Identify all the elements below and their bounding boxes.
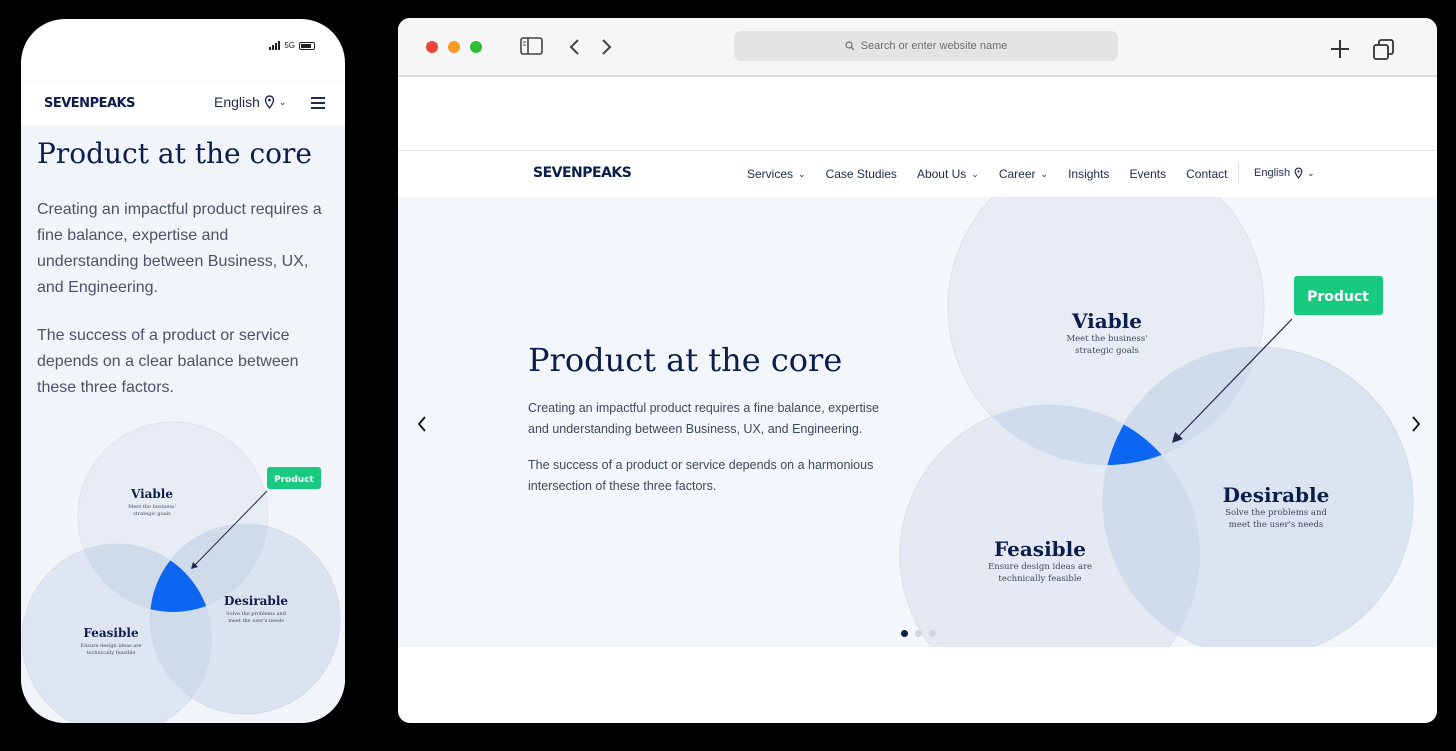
desirable-desc-1: Solve the problems and [1225,508,1327,518]
mobile-device: 5G SEVENPEAKS English ⌄ Product at the c… [21,19,345,723]
location-pin-icon [1294,167,1303,179]
body-paragraph: The success of a product or service depe… [37,327,299,396]
back-icon[interactable] [568,38,580,56]
tab-overview-icon[interactable] [1373,39,1394,60]
feasible-desc-2: technically feasible [998,574,1081,584]
viable-desc-2: strategic goals [133,511,171,517]
hero-intro-paragraph: Creating an impactful product requires a… [528,401,879,436]
language-label: English [214,94,260,110]
chevron-down-icon: ⌄ [278,96,287,107]
maximize-window-button[interactable] [470,41,482,53]
viable-title: Viable [1071,309,1142,333]
nav-career[interactable]: Career ⌄ [999,167,1048,181]
page-title: Product at the core [37,137,312,170]
desirable-title: Desirable [1223,483,1330,507]
logo[interactable]: SEVENPEAKS [44,96,135,111]
nav-label: Events [1129,167,1167,181]
chevron-down-icon: ⌄ [1040,168,1049,179]
carousel-prev-icon[interactable] [416,415,428,433]
nav-label: Insights [1068,167,1110,181]
desktop-browser: Search or enter website name SEVENPEAKS … [398,18,1437,723]
desirable-desc-1: Solve the problems and [226,611,287,617]
nav-label: Case Studies [825,167,897,181]
close-window-button[interactable] [426,41,438,53]
feasible-desc-1: Ensure design ideas are [988,562,1092,572]
language-label: English [1254,167,1291,179]
signal-icon [269,41,281,50]
hero-title: Product at the core [528,341,843,379]
logo[interactable]: SEVENPEAKS [533,165,632,181]
carousel-dot[interactable] [915,630,922,637]
status-bar: 5G [269,41,315,50]
language-selector[interactable]: English ⌄ [1254,167,1315,179]
nav-label: Services [747,167,794,181]
viable-desc-1: Meet the business' [128,504,176,510]
nav-label: Career [998,167,1036,181]
viable-desc-1: Meet the business' [1066,334,1147,344]
address-bar[interactable]: Search or enter website name [734,31,1118,61]
new-tab-icon[interactable] [1330,39,1350,59]
nav-insights[interactable]: Insights [1068,167,1109,181]
feasible-desc-1: Ensure design ideas are [80,643,141,649]
product-label: Product [274,475,314,485]
carousel-dot[interactable] [929,630,936,637]
sidebar-icon[interactable] [520,37,543,55]
feasible-desc-2: technically feasible [87,650,136,656]
language-selector[interactable]: English ⌄ [214,94,286,110]
nav-label: About Us [916,167,967,181]
nav-events[interactable]: Events [1129,167,1166,181]
feasible-title: Feasible [994,537,1086,561]
hero-body-paragraph: The success of a product or service depe… [528,458,874,493]
nav-case-studies[interactable]: Case Studies [826,167,897,181]
viable-desc-2: strategic goals [1075,346,1139,356]
mobile-content: Product at the core Creating an impactfu… [21,125,345,723]
venn-diagram: Product Viable Meet the business' strate… [21,421,341,723]
nav-services[interactable]: Services ⌄ [747,167,806,181]
nav-divider [1238,163,1239,183]
location-pin-icon [264,95,275,109]
chevron-down-icon: ⌄ [971,168,979,179]
battery-icon [299,41,315,50]
address-placeholder: Search or enter website name [860,40,1008,52]
intro-paragraph: Creating an impactful product requires a… [37,201,322,296]
desirable-desc-2: meet the user's needs [1229,520,1324,530]
browser-toolbar: Search or enter website name [398,18,1437,77]
venn-diagram: Product Viable Meet the business' strate… [899,197,1414,647]
hero-carousel: Product Viable Meet the business' strate… [398,197,1437,647]
network-label: 5G [284,41,295,50]
nav-label: Contact [1186,167,1228,181]
carousel-next-icon[interactable] [1410,415,1422,433]
forward-icon[interactable] [601,38,613,56]
chevron-down-icon: ⌄ [1307,167,1315,178]
carousel-dot[interactable] [901,630,908,637]
site-navigation: SEVENPEAKS Services ⌄ Case Studies About … [398,150,1437,198]
chevron-down-icon: ⌄ [798,168,806,179]
product-label: Product [1307,289,1369,305]
nav-contact[interactable]: Contact [1186,167,1227,181]
viable-title: Viable [130,487,173,501]
desirable-title: Desirable [224,594,288,608]
search-icon [845,41,855,51]
carousel-pagination [901,630,936,637]
desirable-desc-2: meet the user's needs [228,618,284,624]
feasible-title: Feasible [83,626,139,640]
minimize-window-button[interactable] [448,41,460,53]
nav-about-us[interactable]: About Us ⌄ [917,167,979,181]
mobile-header: SEVENPEAKS English ⌄ [21,83,345,125]
hamburger-menu-icon[interactable] [311,97,325,112]
